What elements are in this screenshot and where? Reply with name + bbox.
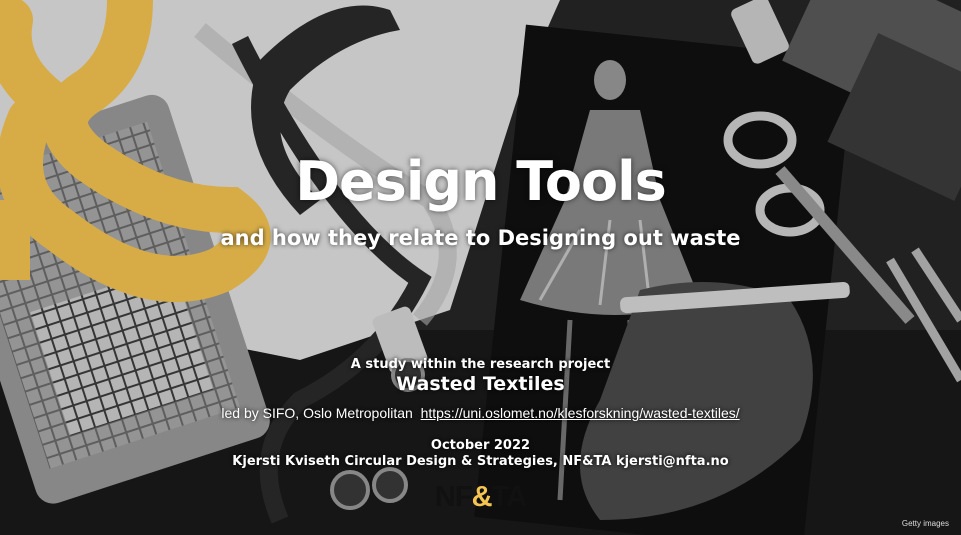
logo-ampersand: &	[471, 481, 493, 513]
slide-title: Design Tools	[295, 150, 667, 213]
nfta-logo: NF&TA	[0, 481, 961, 514]
project-link[interactable]: https://uni.oslomet.no/klesforskning/was…	[421, 405, 740, 421]
date-label: October 2022	[430, 438, 531, 453]
slide-subtitle: and how they relate to Designing out was…	[220, 226, 741, 250]
led-by-text: led by SIFO, Oslo Metropolitan	[221, 405, 413, 421]
logo-text-right: TA	[491, 481, 528, 513]
study-label: A study within the research project	[350, 357, 611, 372]
logo-text-left: NF	[434, 481, 473, 513]
author-line: Kjersti Kviseth Circular Design & Strate…	[232, 454, 729, 469]
project-name: Wasted Textiles	[396, 373, 565, 395]
led-by-line: led by SIFO, Oslo Metropolitan https://u…	[0, 405, 961, 421]
image-credit: Getty images	[901, 519, 949, 528]
